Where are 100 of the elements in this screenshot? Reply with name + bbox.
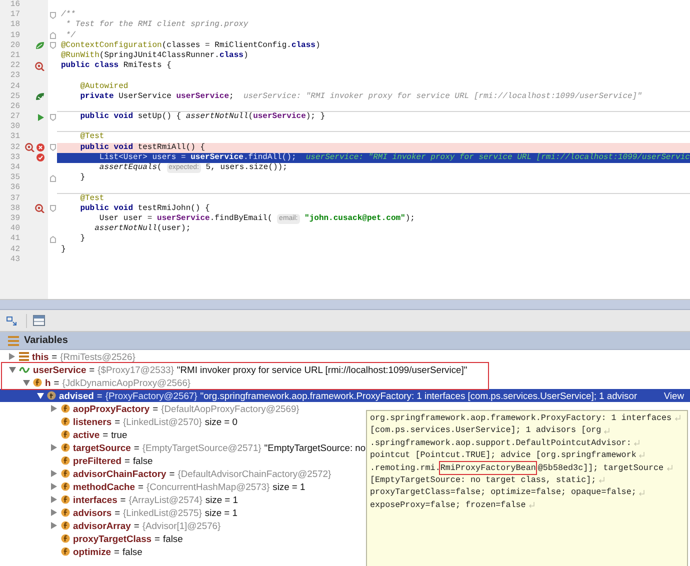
fold-marker-icon[interactable] [50, 42, 56, 50]
variable-name: listeners [73, 415, 112, 428]
code-line: public void setUp() { assertNotNull(userService); } [79, 112, 326, 122]
variable-value: size = 1 [272, 480, 306, 493]
variable-value: size = 1 [204, 506, 238, 519]
collapsed-arrow-icon[interactable] [51, 444, 57, 451]
fold-marker-icon[interactable] [50, 114, 56, 121]
tooltip-text: org.springframework.aop.framework.ProxyFactory: 1 interfaces [370, 412, 672, 424]
expanded-arrow-icon[interactable] [22, 380, 30, 386]
variable-name: targetSource [73, 441, 131, 454]
collapsed-arrow-icon[interactable] [51, 470, 57, 477]
soft-wrap-icon [666, 464, 673, 472]
collapsed-arrow-icon[interactable] [51, 522, 57, 529]
line-number: 26 [9, 102, 20, 112]
variable-name: h [45, 376, 51, 389]
equals-sign: = [152, 402, 158, 415]
variable-name: aopProxyFactory [73, 402, 150, 415]
line-number: 20 [9, 40, 20, 51]
fold-marker-icon[interactable] [50, 236, 56, 243]
line-number: 32 [9, 142, 20, 153]
object-reference: {RmiTests@2526} [60, 350, 136, 363]
tooltip-text: .springframework.aop.support.DefaultPointcutAdvisor: [370, 436, 632, 450]
line-number: 22 [9, 61, 20, 72]
fold-marker-icon[interactable] [50, 174, 56, 182]
variable-name: userService [33, 363, 86, 376]
collapsed-arrow-icon[interactable] [51, 509, 57, 516]
variable-value: "RMI invoker proxy for service URL [rmi://localhost:1099/userService]" [176, 363, 468, 376]
variable-name: optimize [73, 545, 112, 558]
line-number: 38 [9, 204, 20, 214]
expanded-arrow-icon[interactable] [36, 392, 44, 398]
collapsed-arrow-icon[interactable] [51, 483, 57, 490]
equals-sign: = [114, 506, 120, 519]
expanded-arrow-icon[interactable] [8, 366, 16, 372]
variable-value: false [122, 545, 142, 558]
equals-sign: = [134, 441, 140, 454]
tooltip-text: @5b58ed3c]]; targetSource [538, 462, 664, 474]
equals-sign: = [154, 532, 160, 545]
variable-value: size = 0 [204, 415, 238, 428]
object-reference: {LinkedList@2575} [123, 506, 202, 519]
collapsed-arrow-icon[interactable] [9, 353, 15, 360]
collapsed-arrow-icon[interactable] [51, 496, 57, 503]
equals-sign: = [54, 376, 60, 389]
code-line: @ContextConfiguration(classes = RmiClientConfig.class) [60, 40, 322, 51]
equals-sign: = [96, 389, 102, 402]
collapsed-arrow-icon[interactable] [51, 405, 57, 412]
line-number: 43 [9, 254, 20, 265]
fold-marker-icon[interactable] [50, 32, 56, 40]
selected-variable-row[interactable]: advised = {ProxyFactory@2567} "org.springframework.aop.framework.ProxyFactory: 1 interfaces [com.ps.services.UserService]; 1 advisor View [0, 389, 690, 402]
line-number: 31 [9, 132, 20, 143]
object-reference: {$Proxy17@2533} [98, 363, 174, 376]
line-number: 21 [9, 50, 20, 62]
code-line: assertNotNull(user); [94, 224, 192, 234]
line-number: 37 [9, 194, 20, 204]
variable-value: true [111, 428, 128, 441]
object-reference: {Advisor[1]@2576} [142, 519, 221, 532]
variable-name: this [32, 350, 49, 363]
line-number: 25 [9, 92, 20, 102]
object-reference: {ConcurrentHashMap@2573} [146, 480, 270, 493]
line-number: 17 [9, 10, 20, 20]
fold-marker-icon[interactable] [50, 12, 56, 19]
object-reference: {LinkedList@2570} [123, 415, 202, 428]
line-number: 35 [9, 173, 20, 184]
line-number: 30 [9, 122, 20, 132]
variable-value: "EmptyTargetSource: no [264, 441, 366, 454]
line-number: 16 [9, 0, 20, 10]
tooltip-text: exposeProxy=false; frozen=false [370, 498, 526, 512]
soft-wrap-icon [638, 451, 646, 460]
equals-sign: = [169, 467, 175, 480]
line-number: 41 [9, 234, 20, 244]
soft-wrap-icon [603, 426, 610, 435]
variables-icon [8, 336, 19, 346]
tooltip-text: pointcut [Pointcut.TRUE]; advice [org.springframework [370, 449, 636, 462]
equals-sign: = [114, 545, 120, 558]
soft-wrap-icon [674, 414, 681, 422]
object-reference: {DefaultAdvisorChainFactory@2572} [178, 467, 332, 480]
soft-wrap-icon [633, 439, 640, 448]
fold-marker-icon[interactable] [50, 144, 56, 152]
code-line: private UserService userService; userService: "RMI invoker proxy for service URL [rmi://localhost:1099/userService]" [79, 92, 643, 102]
code-line: public void testRmiJohn() { [79, 204, 211, 214]
variable-name: advisorArray [73, 519, 131, 532]
tooltip-text: [EmptyTargetSource: no target class, static]; [370, 474, 596, 486]
line-number: 27 [9, 112, 20, 122]
variable-value: false [163, 532, 183, 545]
code-line: /** [60, 10, 76, 20]
code-line: } [60, 244, 67, 255]
object-reference: {ProxyFactory@2567} [105, 389, 198, 402]
code-line: @Test [79, 132, 106, 143]
line-number: 34 [9, 163, 20, 174]
code-line: public class RmiTests { [60, 61, 172, 72]
code-line: */ [64, 30, 76, 41]
equals-sign: = [52, 350, 58, 363]
variable-name: advised [59, 389, 94, 402]
variable-name: interfaces [73, 493, 118, 506]
table-icon[interactable] [33, 315, 45, 326]
soft-wrap-icon [598, 476, 606, 484]
line-number: 24 [9, 82, 20, 92]
soft-wrap-icon [528, 501, 535, 510]
view-link[interactable]: View [664, 389, 690, 402]
fold-marker-icon[interactable] [50, 205, 56, 212]
object-reference: {JdkDynamicAopProxy@2566} [62, 376, 191, 389]
